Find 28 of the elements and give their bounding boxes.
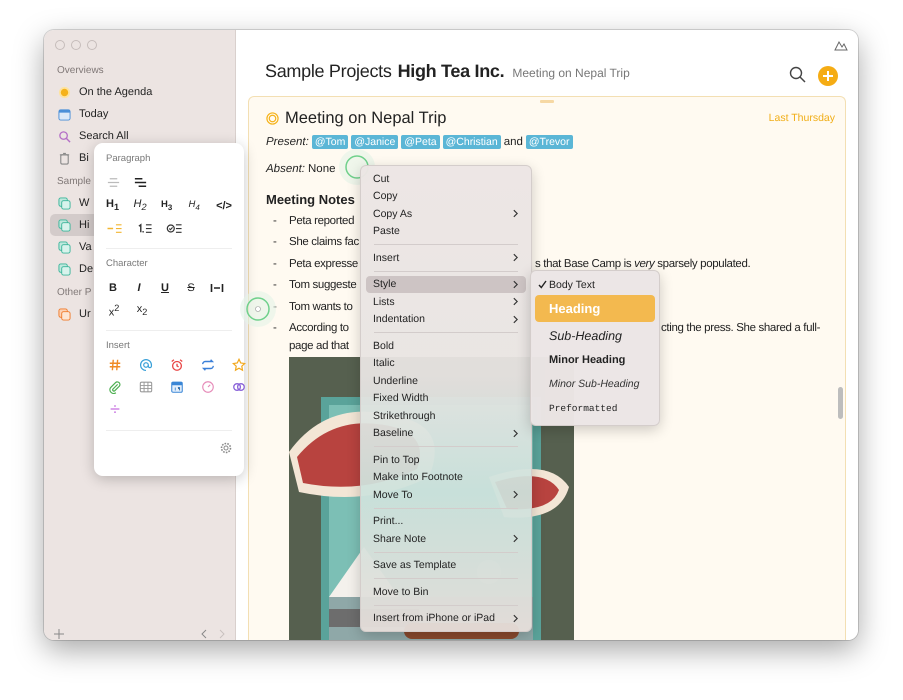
- bullet-dash: -: [273, 279, 276, 292]
- bullet-text: She claims fac: [289, 236, 360, 248]
- section-label: Insert: [106, 340, 131, 351]
- bullet-text: Peta expresse: [289, 258, 359, 270]
- conjunction-text: and: [504, 136, 523, 148]
- sidebar-heading: Overviews: [57, 65, 104, 76]
- bullet-text: s that Base Camp is very sparsely populated.: [535, 258, 750, 270]
- section-heading: Meeting Notes: [266, 192, 355, 209]
- sidebar-heading: Sample: [57, 176, 91, 187]
- sidebar-heading: Other P: [57, 287, 92, 298]
- field-label: Absent:: [266, 163, 305, 175]
- section-label: Paragraph: [106, 153, 152, 164]
- bullet-text: According to: [289, 322, 350, 334]
- bullet-dash: -: [273, 214, 276, 227]
- section-label: Character: [106, 258, 149, 269]
- bullet-dash: -: [273, 258, 276, 270]
- bullet-text: Tom suggeste: [289, 279, 358, 292]
- note-date: Last Thursday: [768, 112, 835, 124]
- bullet-text: Peta reported: [289, 214, 356, 227]
- field-label: Present:: [266, 136, 309, 148]
- bullet-dash: -: [273, 236, 276, 248]
- field-value: None: [308, 163, 336, 175]
- bullet-text: Tom wants to: [289, 300, 354, 313]
- bullet-dash: -: [273, 322, 276, 334]
- note-title: Meeting on Nepal Trip: [285, 108, 446, 128]
- bullet-dash: -: [273, 300, 276, 313]
- bullet-text: page ad that: [289, 339, 349, 353]
- bullet-text: cting the press. She shared a full-: [661, 322, 820, 334]
